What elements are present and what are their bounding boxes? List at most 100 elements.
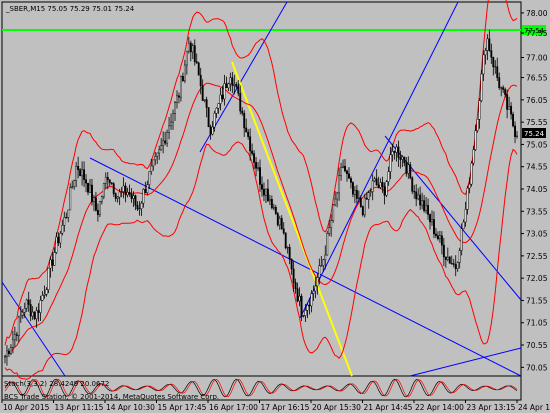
- candle-body: [138, 208, 141, 210]
- price-tick-label: 70.55: [526, 341, 548, 350]
- candle-body: [233, 84, 236, 86]
- candle-body: [81, 169, 84, 177]
- candle-body: [464, 209, 467, 223]
- candle-body: [33, 311, 36, 320]
- chart-canvas[interactable]: _SBER,M15 75.05 75.29 75.01 75.24 77.54 …: [0, 0, 550, 413]
- candle-body: [419, 194, 422, 206]
- candle-body: [397, 146, 400, 158]
- candle-body: [53, 252, 56, 266]
- candle-body: [302, 315, 305, 317]
- candle-body: [185, 50, 188, 66]
- candle-body: [308, 304, 311, 307]
- candle-body: [128, 192, 131, 195]
- candle-body: [229, 77, 232, 85]
- candle-body: [470, 162, 473, 185]
- price-tick-label: 74.05: [526, 185, 548, 194]
- candle-body: [286, 246, 289, 249]
- candle-body: [31, 311, 34, 317]
- candle-body: [387, 171, 390, 182]
- candle-body: [478, 100, 481, 120]
- candle-body: [15, 334, 18, 336]
- candle-body: [310, 293, 313, 307]
- candle-body: [425, 205, 428, 212]
- candle-body: [146, 184, 149, 194]
- trendline-6[interactable]: [409, 347, 522, 377]
- candle-body: [6, 350, 8, 357]
- candle-body: [351, 182, 354, 195]
- price-axis: 78.00 77.55 77.00 76.55 76.05 75.55 75.05 74.55…: [521, 9, 548, 372]
- candle-body: [393, 151, 396, 153]
- candle-body: [102, 183, 105, 197]
- price-tick-label: 75.05: [526, 140, 548, 149]
- candle-body: [504, 89, 507, 95]
- candle-body: [108, 179, 111, 184]
- candle-body: [448, 256, 451, 264]
- candle-body: [450, 263, 453, 265]
- time-tick-label: 21 Apr 14:45: [364, 403, 413, 412]
- candle-body: [162, 140, 165, 146]
- candle-body: [355, 190, 358, 199]
- candle-body: [166, 132, 169, 144]
- candle-body: [298, 295, 301, 302]
- candle-body: [389, 154, 392, 172]
- candle-body: [405, 162, 408, 174]
- candle-body: [73, 180, 76, 187]
- candle-body: [85, 179, 87, 184]
- candle-body: [472, 149, 475, 164]
- candle-body: [446, 256, 449, 260]
- candle-body: [278, 218, 281, 226]
- candle-body: [346, 170, 348, 174]
- candle-body: [21, 312, 24, 316]
- price-chart[interactable]: _SBER,M15 75.05 75.29 75.01 75.24 77.54 …: [0, 0, 550, 413]
- candle-body: [183, 64, 186, 82]
- candle-body: [223, 83, 226, 100]
- price-tick-label: 78.00: [526, 9, 548, 18]
- time-axis: 10 Apr 2015 13 Apr 11:15 14 Apr 10:30 15 Ap…: [1, 400, 550, 412]
- candle-body: [205, 99, 208, 108]
- candle-body: [213, 112, 216, 128]
- candle-body: [79, 169, 82, 177]
- candle-body: [435, 233, 437, 236]
- candle-body: [514, 125, 516, 137]
- candle-body: [237, 86, 240, 94]
- time-tick-label: 14 Apr 10:30: [106, 403, 155, 412]
- candle-body: [65, 217, 68, 219]
- candle-body: [263, 189, 265, 196]
- candle-body: [438, 235, 441, 240]
- price-tick-label: 71.05: [526, 319, 548, 328]
- candle-body: [369, 191, 372, 193]
- candle-body: [243, 113, 246, 129]
- time-tick-label: 22 Apr 14:00: [415, 403, 464, 412]
- candle-body: [304, 310, 307, 316]
- candle-body: [104, 176, 107, 184]
- candle-body: [423, 200, 426, 212]
- candle-body: [421, 200, 424, 206]
- candle-body: [361, 206, 364, 216]
- candle-body: [253, 153, 256, 163]
- candle-body: [221, 94, 224, 100]
- candle-body: [17, 316, 20, 336]
- candle-body: [174, 102, 176, 114]
- candle-body: [150, 165, 153, 172]
- candle-body: [158, 149, 161, 154]
- candle-body: [29, 304, 32, 317]
- candle-body: [67, 209, 70, 218]
- time-tick-label: 15 Apr 17:45: [158, 403, 207, 412]
- candle-body: [280, 218, 283, 230]
- trendline-5[interactable]: [384, 135, 522, 301]
- price-tick-label: 73.05: [526, 230, 548, 239]
- trendline-4[interactable]: [299, 1, 459, 319]
- candle-body: [9, 347, 12, 354]
- candle-body: [488, 38, 491, 51]
- candle-body: [332, 204, 335, 221]
- candle-body: [124, 185, 127, 196]
- candle-body: [69, 187, 72, 211]
- candle-body: [379, 182, 382, 188]
- candle-body: [373, 178, 376, 182]
- price-tick-label: 73.55: [526, 207, 548, 216]
- candle-body: [170, 121, 172, 127]
- candle-body: [486, 38, 489, 51]
- candle-body: [462, 221, 465, 230]
- candle-body: [116, 196, 119, 199]
- candle-body: [43, 293, 46, 296]
